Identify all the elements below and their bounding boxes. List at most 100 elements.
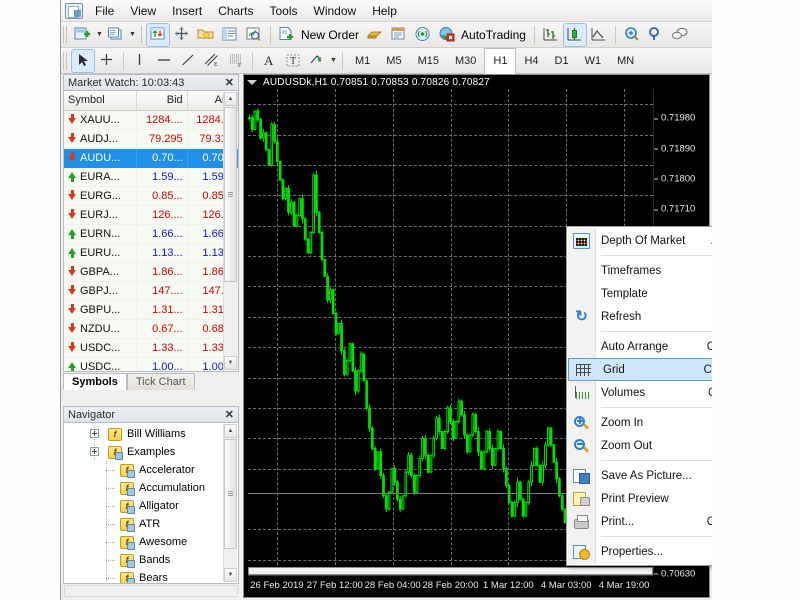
navigator-item-accelerator[interactable]: f Accelerator <box>64 461 238 479</box>
symbol-cell[interactable]: EURU... <box>64 243 138 263</box>
menu-charts[interactable]: Charts <box>210 1 261 21</box>
symbol-cell[interactable]: EURJ... <box>64 205 138 225</box>
zoom-in-button[interactable] <box>621 24 643 46</box>
vertical-line-button[interactable] <box>129 50 151 72</box>
terminal-button[interactable] <box>219 24 241 46</box>
equidistant-channel-button[interactable]: E <box>201 50 223 72</box>
market-watch-scrollbar[interactable]: ▲ ▼ <box>223 92 237 370</box>
new-chart-button[interactable] <box>72 24 94 46</box>
horizontal-line-button[interactable] <box>153 50 175 72</box>
navigator-item-accumulation[interactable]: f Accumulation <box>64 479 238 497</box>
market-watch-row[interactable]: NZDU... 0.67... 0.68... <box>64 319 238 339</box>
market-watch-row[interactable]: EURN... 1.66... 1.66... <box>64 224 238 244</box>
data-window-button[interactable] <box>171 24 193 46</box>
market-watch-row[interactable]: USDC... 1.00... 1.00... <box>64 357 238 371</box>
symbol-cell[interactable]: EURN... <box>64 224 138 244</box>
fibonacci-button[interactable]: F <box>225 50 247 72</box>
symbol-cell[interactable]: EURG... <box>64 186 138 206</box>
new-chart-dropdown-caret[interactable]: ▼ <box>95 24 104 46</box>
market-watch-row[interactable]: GBPJ... 147.... 147.... <box>64 281 238 301</box>
symbol-cell[interactable]: USDC... <box>64 357 138 371</box>
plus-icon[interactable] <box>90 429 99 438</box>
column-header-symbol[interactable]: Symbol <box>64 91 138 111</box>
profiles-dropdown-caret[interactable]: ▼ <box>128 24 137 46</box>
navigator-item-bands[interactable]: f Bands <box>64 551 238 569</box>
timeframe-m1[interactable]: M1 <box>347 48 378 74</box>
zoom-out-button[interactable] <box>645 24 667 46</box>
chart-horizontal-scrollbar[interactable] <box>248 567 653 575</box>
chart-context-menu[interactable]: Depth Of Market Alt+B Timeframes▶Template▶… <box>566 226 712 566</box>
navigator-button[interactable] <box>195 24 217 46</box>
market-watch-row[interactable]: USDC... 1.33... 1.33... <box>64 338 238 358</box>
context-menu-item-refresh[interactable]: ↻ Refresh <box>567 305 712 328</box>
context-menu-item-depth-of-market[interactable]: Depth Of Market Alt+B <box>567 229 712 252</box>
text-label-button[interactable]: A <box>258 50 280 72</box>
column-header-bid[interactable]: Bid <box>136 91 188 111</box>
timeframe-mn[interactable]: MN <box>609 48 642 74</box>
market-watch-row[interactable]: AUDJ... 79.295 79.312 <box>64 129 238 149</box>
scroll-down-icon[interactable]: ▼ <box>224 356 237 370</box>
navigator-item-bears[interactable]: f Bears <box>64 569 238 583</box>
market-watch-row[interactable]: EURA... 1.59... 1.59... <box>64 167 238 187</box>
scroll-up-icon[interactable]: ▲ <box>224 424 237 438</box>
navigator-hscrollbar[interactable] <box>64 585 238 597</box>
line-chart-button[interactable] <box>588 24 610 46</box>
menu-view[interactable]: View <box>122 1 164 21</box>
symbol-cell[interactable]: EURA... <box>64 167 138 187</box>
menu-help[interactable]: Help <box>364 1 405 21</box>
scroll-up-icon[interactable]: ▲ <box>224 92 237 106</box>
symbol-cell[interactable]: AUDU... <box>64 148 138 168</box>
context-menu-item-grid[interactable]: Grid Ctrl+G <box>568 358 712 381</box>
market-watch-row[interactable]: EURU... 1.13... 1.13... <box>64 243 238 263</box>
bar-chart-button[interactable] <box>540 24 562 46</box>
candlestick-chart-button[interactable] <box>562 22 587 47</box>
tab-symbols[interactable]: Symbols <box>63 373 127 390</box>
trendline-button[interactable] <box>177 50 199 72</box>
new-order-button[interactable] <box>276 24 298 46</box>
time-axis[interactable]: 26 Feb 2019 27 Feb 12:00 28 Feb 04:00 28 Fe… <box>248 575 653 597</box>
context-menu-item-template[interactable]: Template▶ <box>567 282 712 305</box>
menu-file[interactable]: File <box>87 1 122 21</box>
timeframe-d1[interactable]: D1 <box>547 48 577 74</box>
objects-button[interactable] <box>306 50 328 72</box>
timeframe-w1[interactable]: W1 <box>577 48 610 74</box>
toolbar-grip[interactable] <box>63 51 68 70</box>
text-box-button[interactable]: T <box>282 50 304 72</box>
timeframe-h4[interactable]: H4 <box>516 48 546 74</box>
context-menu-item-save-as-picture[interactable]: Save As Picture... <box>567 464 712 487</box>
context-menu-item-print[interactable]: Print... Ctrl+P <box>567 510 712 533</box>
signals-button[interactable] <box>412 24 434 46</box>
close-icon[interactable]: ✕ <box>225 408 234 421</box>
market-watch-row[interactable]: GBPA... 1.86... 1.86... <box>64 262 238 282</box>
navigator-item-examples[interactable]: f Examples <box>64 443 238 461</box>
navigator-item-bill-williams[interactable]: f Bill Williams <box>64 425 238 443</box>
context-menu-item-zoom-in[interactable]: Zoom In+ <box>567 411 712 434</box>
context-menu-item-auto-arrange[interactable]: Auto Arrange Ctrl+A <box>567 335 712 358</box>
navigator-item-alligator[interactable]: f Alligator <box>64 497 238 515</box>
strategy-tester-button[interactable] <box>243 24 265 46</box>
new-order-label[interactable]: New Order <box>299 28 363 42</box>
context-menu-item-zoom-out[interactable]: Zoom Out- <box>567 434 712 457</box>
symbol-cell[interactable]: GBPU... <box>64 300 138 320</box>
scroll-down-icon[interactable]: ▼ <box>224 568 237 582</box>
navigator-scrollbar[interactable]: ▲ ▼ <box>223 424 237 582</box>
timeframe-m15[interactable]: M15 <box>410 48 447 74</box>
mql5-community-button[interactable] <box>364 24 386 46</box>
plus-icon[interactable] <box>90 447 99 456</box>
profiles-button[interactable] <box>105 24 127 46</box>
close-icon[interactable]: ✕ <box>225 76 234 89</box>
market-watch-row[interactable]: XAUU... 1284.... 1284.... <box>64 110 238 130</box>
crosshair-button[interactable] <box>96 50 118 72</box>
market-watch-row[interactable]: GBPU... 1.31... 1.31... <box>64 300 238 320</box>
objects-dropdown-caret[interactable]: ▼ <box>329 50 338 72</box>
context-menu-item-volumes[interactable]: Volumes Ctrl+L <box>567 381 712 404</box>
autotrading-label[interactable]: AutoTrading <box>459 28 530 42</box>
symbol-cell[interactable]: NZDU... <box>64 319 138 339</box>
menu-tools[interactable]: Tools <box>262 1 306 21</box>
timeframe-m30[interactable]: M30 <box>447 48 484 74</box>
symbol-cell[interactable]: AUDJ... <box>64 129 138 149</box>
symbol-cell[interactable]: USDC... <box>64 338 138 358</box>
market-watch-row[interactable]: EURJ... 126.... 126.... <box>64 205 238 225</box>
symbol-cell[interactable]: GBPJ... <box>64 281 138 301</box>
scrollbar-thumb[interactable] <box>224 107 237 282</box>
